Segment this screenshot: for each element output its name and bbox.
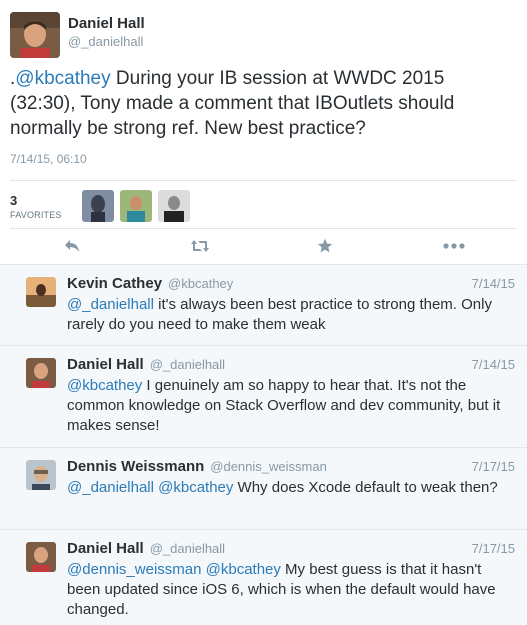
reply-tweet[interactable]: Daniel Hall @_danielhall 7/14/15 @kbcath… [0, 345, 527, 447]
more-icon[interactable] [442, 236, 466, 256]
avatar[interactable] [26, 277, 56, 307]
reply-author-handle[interactable]: @kbcathey [168, 276, 233, 291]
retweet-icon[interactable] [190, 236, 210, 256]
reply-date[interactable]: 7/14/15 [472, 357, 515, 372]
tweet-actions [0, 230, 527, 262]
reply-date[interactable]: 7/17/15 [472, 541, 515, 556]
reply-text: @dennis_weissman @kbcathey My best guess… [67, 560, 515, 620]
favoriter-avatar[interactable] [158, 190, 190, 222]
reply-text: @_danielhall @kbcathey Why does Xcode de… [67, 478, 515, 498]
favorites-count-block[interactable]: 3 FAVORITES [10, 193, 74, 220]
favoriter-avatar[interactable] [82, 190, 114, 222]
reply-author-handle[interactable]: @_danielhall [150, 357, 225, 372]
reply-text: @kbcathey I genuinely am so happy to hea… [67, 376, 515, 436]
divider [10, 228, 517, 229]
reply-author-name[interactable]: Dennis Weissmann [67, 458, 204, 475]
reply-author-name[interactable]: Daniel Hall [67, 356, 144, 373]
reply-author-handle[interactable]: @dennis_weissman [210, 459, 327, 474]
tweet-text: .@kbcathey During your IB session at WWD… [10, 66, 515, 141]
favorites-count: 3 [10, 192, 18, 208]
favoriter-avatar[interactable] [120, 190, 152, 222]
favoriters-avatars [82, 190, 190, 222]
tweet-author[interactable]: Daniel Hall @_danielhall [10, 12, 145, 58]
favorites-label: FAVORITES [10, 209, 62, 220]
reply-author-name[interactable]: Kevin Cathey [67, 275, 162, 292]
avatar[interactable] [26, 358, 56, 388]
reply-author-name[interactable]: Daniel Hall [67, 540, 144, 557]
mention-link[interactable]: @kbcathey [67, 377, 142, 394]
mention-link[interactable]: @_danielhall @kbcathey [67, 479, 233, 496]
avatar[interactable] [26, 542, 56, 572]
reply-text: @_danielhall it's always been best pract… [67, 295, 515, 335]
mention-link[interactable]: @dennis_weissman @kbcathey [67, 561, 281, 578]
author-name[interactable]: Daniel Hall [68, 14, 145, 33]
favorites-stats: 3 FAVORITES [10, 186, 190, 226]
reply-date[interactable]: 7/17/15 [472, 459, 515, 474]
reply-date[interactable]: 7/14/15 [472, 276, 515, 291]
reply-tweet[interactable]: Dennis Weissmann @dennis_weissman 7/17/1… [0, 447, 527, 529]
reply-tweet[interactable]: Kevin Cathey @kbcathey 7/14/15 @_danielh… [0, 264, 527, 345]
reply-icon[interactable] [62, 236, 82, 256]
avatar[interactable] [26, 460, 56, 490]
reply-body: Why does Xcode default to weak then? [233, 479, 498, 496]
divider [10, 180, 517, 181]
mention-link[interactable]: @kbcathey [15, 68, 110, 89]
author-handle[interactable]: @_danielhall [68, 33, 145, 50]
reply-tweet[interactable]: Daniel Hall @_danielhall 7/17/15 @dennis… [0, 529, 527, 625]
reply-author-handle[interactable]: @_danielhall [150, 541, 225, 556]
avatar[interactable] [10, 12, 60, 58]
mention-link[interactable]: @_danielhall [67, 296, 154, 313]
star-icon[interactable] [315, 236, 335, 256]
tweet-timestamp[interactable]: 7/14/15, 06:10 [10, 152, 87, 166]
main-tweet: Daniel Hall @_danielhall .@kbcathey Duri… [0, 0, 527, 264]
